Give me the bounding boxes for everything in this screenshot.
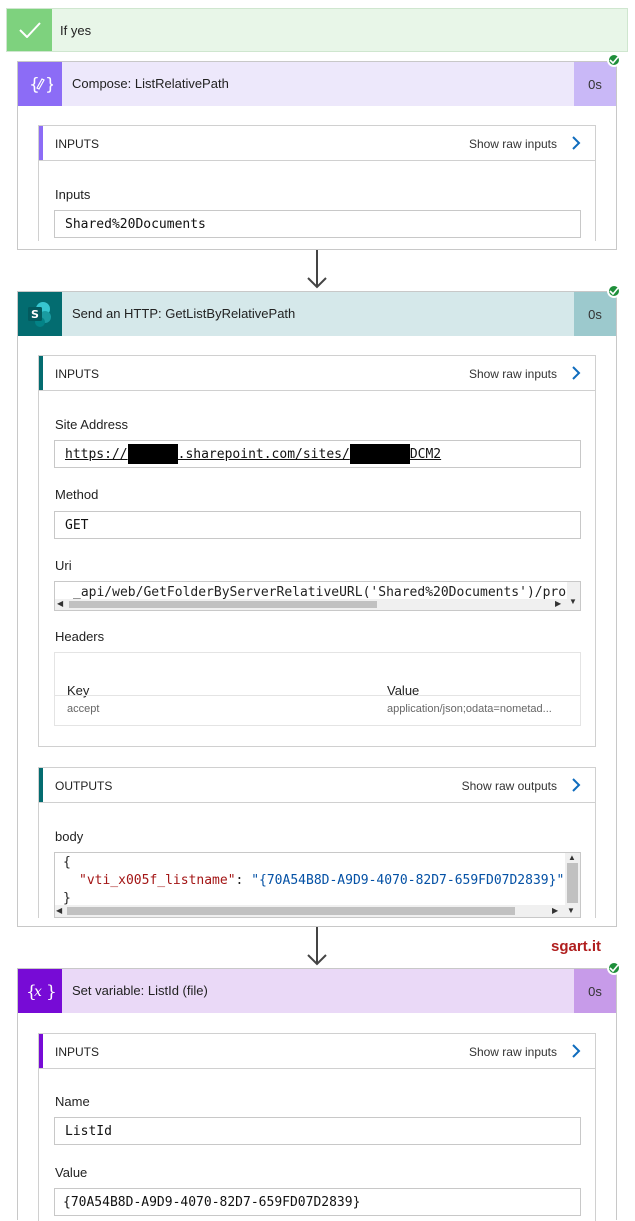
inputs-field[interactable]: Shared%20Documents	[54, 210, 581, 238]
uri-label: Uri	[55, 558, 72, 573]
svg-text:}: }	[46, 982, 55, 1002]
http-card-header[interactable]: S Send an HTTP: GetListByRelativePath 0s	[18, 292, 616, 336]
set-variable-title: Set variable: ListId (file)	[72, 983, 208, 998]
scroll-left-arrow-icon[interactable]: ◀	[56, 906, 62, 915]
scroll-left-arrow-icon[interactable]: ◀	[57, 599, 63, 608]
scrollbar-thumb[interactable]	[69, 601, 377, 608]
divider	[39, 1068, 595, 1069]
scroll-right-arrow-icon[interactable]: ▶	[552, 906, 558, 915]
vertical-scrollbar[interactable]: ▲	[565, 853, 580, 905]
scroll-right-arrow-icon[interactable]: ▶	[555, 599, 561, 608]
svg-text:}: }	[45, 75, 53, 95]
compose-duration: 0s	[574, 62, 616, 106]
http-inputs-panel: INPUTS Show raw inputs Site Address http…	[38, 355, 596, 747]
vertical-scrollbar[interactable]: ▼	[567, 582, 580, 610]
http-title: Send an HTTP: GetListByRelativePath	[72, 306, 296, 321]
json-value: "{70A54B8D-A9D9-4070-82D7-659FD07D2839}"	[251, 873, 565, 888]
chevron-right-icon[interactable]	[571, 135, 581, 156]
chevron-right-icon[interactable]	[571, 1043, 581, 1064]
set-variable-action-card: { x } Set variable: ListId (file) 0s INP…	[17, 968, 617, 1221]
uri-text: _api/web/GetFolderByServerRelativeURL('S…	[73, 585, 581, 600]
json-key: "vti_x005f_listname"	[79, 873, 236, 888]
site-address-label: Site Address	[55, 417, 128, 432]
panel-accent-bar	[39, 768, 43, 802]
compose-action-card: { } Compose: ListRelativePath 0s INPUTS …	[17, 61, 617, 250]
divider	[55, 695, 580, 696]
sharepoint-icon: S	[18, 292, 62, 336]
variable-icon: { x }	[18, 969, 62, 1013]
if-yes-label: If yes	[60, 23, 92, 38]
panel-accent-bar	[39, 356, 43, 390]
divider	[39, 390, 595, 391]
inputs-field-label: Inputs	[55, 187, 91, 202]
watermark: sgart.it	[551, 938, 602, 955]
if-yes-branch-header[interactable]: If yes	[6, 8, 628, 52]
inputs-header: INPUTS	[55, 137, 100, 151]
checkmark-icon	[7, 9, 52, 51]
show-raw-inputs-link[interactable]: Show raw inputs	[469, 137, 557, 151]
redacted-block	[349, 444, 410, 464]
compose-title: Compose: ListRelativePath	[72, 76, 229, 91]
compose-icon: { }	[18, 62, 62, 106]
scroll-down-arrow-icon[interactable]: ▼	[567, 906, 575, 915]
compose-inputs-panel: INPUTS Show raw inputs Inputs Shared%20D…	[38, 125, 596, 241]
scroll-up-arrow-icon[interactable]: ▲	[568, 853, 576, 862]
value-label: Value	[55, 1165, 88, 1180]
method-label: Method	[55, 487, 99, 502]
header-value-cell: application/json;odata=nometad...	[387, 703, 552, 715]
inputs-header: INPUTS	[55, 367, 100, 381]
success-check-icon	[607, 961, 621, 975]
json-open-brace: {	[63, 855, 71, 870]
horizontal-scrollbar[interactable]: ◀ ▶	[55, 599, 567, 610]
set-variable-card-header[interactable]: { x } Set variable: ListId (file) 0s	[18, 969, 616, 1013]
uri-field[interactable]: _api/web/GetFolderByServerRelativeURL('S…	[54, 581, 581, 611]
panel-accent-bar	[39, 126, 43, 160]
compose-card-header[interactable]: { } Compose: ListRelativePath 0s	[18, 62, 616, 106]
scrollbar-thumb[interactable]	[567, 863, 578, 903]
divider	[39, 802, 595, 803]
panel-accent-bar	[39, 1034, 43, 1068]
body-code-box[interactable]: { "vti_x005f_listname": "{70A54B8D-A9D9-…	[54, 852, 581, 918]
scroll-down-arrow-icon[interactable]: ▼	[569, 597, 577, 606]
flow-arrow	[306, 250, 328, 290]
redacted-block	[127, 444, 178, 464]
horizontal-scrollbar[interactable]: ◀ ▶ ▼	[55, 905, 580, 917]
http-action-card: S Send an HTTP: GetListByRelativePath 0s…	[17, 291, 617, 927]
show-raw-inputs-link[interactable]: Show raw inputs	[469, 1045, 557, 1059]
body-label: body	[55, 829, 84, 844]
inputs-header: INPUTS	[55, 1045, 100, 1059]
scrollbar-thumb[interactable]	[67, 907, 515, 915]
value-field[interactable]: {70A54B8D-A9D9-4070-82D7-659FD07D2839}	[54, 1188, 581, 1216]
flow-arrow	[306, 927, 328, 967]
name-label: Name	[55, 1094, 90, 1109]
headers-label: Headers	[55, 629, 105, 644]
header-key-cell: accept	[67, 703, 100, 715]
json-close-brace: }	[63, 891, 71, 906]
headers-table: Key Value accept application/json;odata=…	[54, 652, 581, 726]
outputs-header: OUTPUTS	[55, 779, 113, 793]
show-raw-inputs-link[interactable]: Show raw inputs	[469, 367, 557, 381]
success-check-icon	[607, 53, 621, 67]
json-line: "vti_x005f_listname": "{70A54B8D-A9D9-40…	[79, 873, 565, 888]
divider	[39, 160, 595, 161]
set-variable-duration: 0s	[574, 969, 616, 1013]
svg-text:S: S	[31, 308, 39, 321]
svg-text:x: x	[34, 984, 42, 1000]
http-outputs-panel: OUTPUTS Show raw outputs body { "vti_x00…	[38, 767, 596, 918]
show-raw-outputs-link[interactable]: Show raw outputs	[462, 779, 557, 793]
method-field[interactable]: GET	[54, 511, 581, 539]
chevron-right-icon[interactable]	[571, 777, 581, 798]
name-field[interactable]: ListId	[54, 1117, 581, 1145]
success-check-icon	[607, 284, 621, 298]
set-variable-inputs-panel: INPUTS Show raw inputs Name ListId Value…	[38, 1033, 596, 1221]
http-duration: 0s	[574, 292, 616, 336]
chevron-right-icon[interactable]	[571, 365, 581, 386]
site-address-field[interactable]: https://.sharepoint.com/sites/DCM2	[54, 440, 581, 468]
